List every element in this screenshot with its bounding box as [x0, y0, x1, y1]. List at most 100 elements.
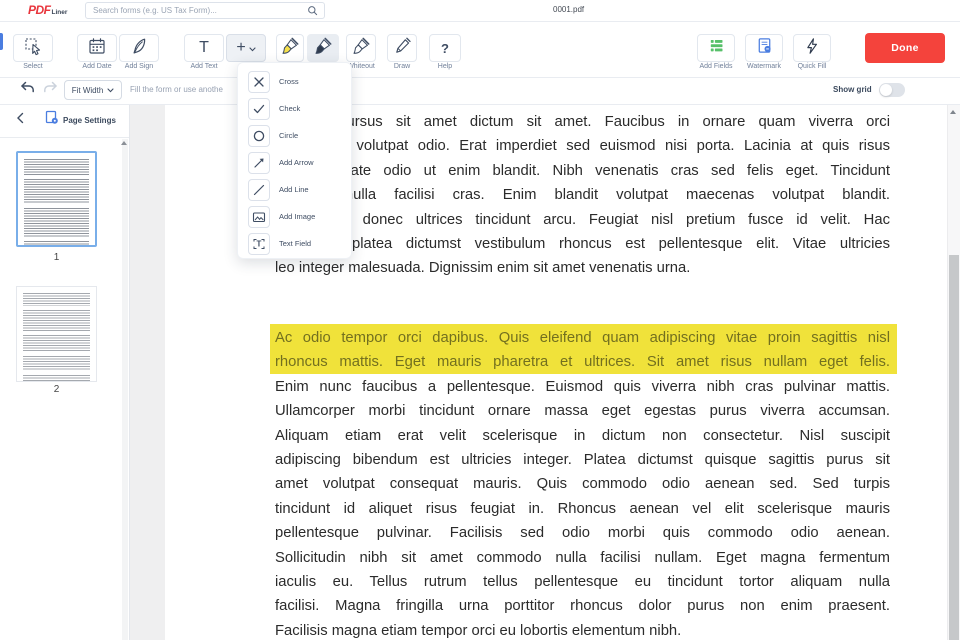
quill-pen-icon	[129, 36, 149, 61]
text-line: iaculis eu. Tellus rutrum tellus pellent…	[275, 574, 890, 591]
select-cursor-icon	[23, 36, 43, 61]
page-thumbnail-2[interactable]	[16, 286, 97, 382]
menu-item-label: Add Arrow	[279, 158, 314, 167]
chevron-left-icon	[16, 111, 24, 129]
logo-liner-text: Liner	[51, 9, 68, 16]
plus-icon: +	[236, 39, 246, 56]
blackout-brush-icon	[314, 36, 333, 60]
question-mark-icon: ?	[441, 40, 449, 56]
menu-item-add-line[interactable]: Add Line	[238, 176, 351, 203]
text-line: Facilisis magna etiam tempor orci eu lob…	[275, 622, 682, 639]
topbar-divider	[0, 21, 960, 22]
menu-item-label: Text Field	[279, 239, 312, 248]
menu-item-add-arrow[interactable]: Add Arrow	[238, 149, 351, 176]
undo-button[interactable]	[18, 81, 38, 99]
circle-icon	[248, 124, 270, 147]
add-text-button[interactable]: T	[184, 34, 224, 62]
text-line: Aliquam etiam erat velit scelerisque in …	[275, 427, 890, 444]
chevron-down-icon	[249, 39, 256, 57]
show-grid-toggle[interactable]	[879, 83, 905, 97]
left-edge-tab[interactable]	[0, 33, 3, 50]
thumbnail-text-block	[24, 241, 89, 245]
menu-item-check[interactable]: Check	[238, 95, 351, 122]
whiteout-brush-icon	[352, 36, 371, 60]
line-icon	[248, 178, 270, 201]
help-button[interactable]: ?	[429, 34, 461, 62]
text-line: sed vulputate odio ut enim blandit. Nibh…	[275, 162, 890, 179]
done-button-label: Done	[891, 42, 919, 54]
search-input[interactable]	[86, 6, 307, 15]
page-settings-icon	[45, 110, 59, 130]
highlight-tool-button[interactable]	[276, 34, 304, 62]
redo-button[interactable]	[40, 81, 60, 99]
search-form-box[interactable]	[85, 2, 325, 19]
thumbnail-text-block	[23, 310, 90, 331]
logo-pdf-text: PDF	[28, 3, 51, 17]
whiteout-tool-button[interactable]	[346, 34, 376, 62]
add-text-label: Add Text	[190, 63, 218, 70]
menu-item-label: Circle	[279, 131, 299, 140]
add-date-button[interactable]	[77, 34, 117, 62]
insert-shapes-menu: Cross Check Circle Add Arrow Add Line Ad…	[237, 62, 352, 259]
page-number-2: 2	[53, 384, 60, 395]
text-t-icon: T	[199, 39, 209, 56]
quick-fill-label: Quick Fill	[797, 63, 827, 70]
main-scroll-up-arrow[interactable]	[950, 110, 956, 114]
pdfliner-logo[interactable]: PDF Liner	[28, 3, 67, 17]
thumbnail-text-block	[23, 335, 90, 352]
text-field-icon: T	[248, 232, 270, 255]
text-line: leo integer malesuada. Dignissim enim si…	[275, 260, 691, 277]
watermark-button[interactable]	[745, 34, 783, 62]
menu-item-text-field[interactable]: T Text Field	[238, 230, 351, 257]
text-line: Pretium cursus sit amet dictum sit amet.…	[275, 114, 890, 130]
add-sign-label: Add Sign	[124, 63, 154, 70]
toolbar-divider	[0, 77, 960, 78]
menu-item-cross[interactable]: Cross	[238, 68, 351, 95]
text-line: scelerisque donec ultrices tincidunt arc…	[275, 211, 890, 228]
calendar-icon	[87, 36, 107, 61]
thumbnail-text-block	[23, 356, 90, 371]
svg-text:T: T	[257, 239, 262, 248]
page-settings-button[interactable]: Page Settings	[45, 110, 116, 130]
text-line: Enim nunc faucibus a pellentesque. Euism…	[275, 378, 890, 395]
search-icon[interactable]	[307, 5, 318, 16]
select-tool-button[interactable]	[13, 34, 53, 62]
insert-shapes-dropdown-button[interactable]: +	[226, 34, 266, 62]
highlighted-text-line: Ac odio tempor orci dapibus. Quis eleife…	[275, 330, 890, 346]
page-thumbnail-1[interactable]	[16, 151, 97, 247]
add-sign-button[interactable]	[119, 34, 159, 62]
document-title: 0001.pdf	[553, 5, 585, 14]
add-fields-icon	[707, 36, 726, 60]
text-line: sagittis eu volutpat odio. Erat imperdie…	[275, 138, 890, 155]
chevron-down-icon	[107, 86, 114, 95]
lightning-bolt-icon	[803, 37, 821, 60]
show-grid-label: Show grid	[833, 85, 872, 94]
zoom-mode-select[interactable]: Fit Width	[64, 80, 122, 100]
quick-fill-button[interactable]	[793, 34, 831, 62]
collapse-sidebar-button[interactable]	[12, 112, 28, 128]
watermark-document-icon	[755, 36, 774, 60]
draw-tool-button[interactable]	[387, 34, 417, 62]
text-line: aliquam nulla facilisi cras. Enim blandi…	[275, 187, 890, 204]
text-line: adipiscing bibendum est ultricies intege…	[275, 452, 890, 469]
add-fields-button[interactable]	[697, 34, 735, 62]
cross-icon	[248, 70, 270, 93]
menu-item-label: Add Image	[279, 212, 316, 221]
main-scrollbar-thumb[interactable]	[949, 255, 959, 640]
draw-pen-icon	[393, 36, 412, 60]
blackout-tool-button[interactable]	[307, 34, 339, 62]
sidebar-scrollbar-track[interactable]	[122, 139, 128, 640]
thumbnail-text-block	[24, 159, 89, 175]
menu-item-add-image[interactable]: Add Image	[238, 203, 351, 230]
thumbnail-text-block	[24, 179, 89, 204]
menu-item-label: Add Line	[279, 185, 309, 194]
highlighted-text-line: rhoncus mattis. Eget mauris pharetra et …	[275, 354, 890, 371]
sidebar-scroll-up-arrow[interactable]	[121, 141, 127, 145]
done-button[interactable]: Done	[865, 33, 945, 63]
page-settings-label: Page Settings	[63, 115, 116, 125]
pdfliner-app: PDF Liner 0001.pdf Select Add Date Add S…	[0, 0, 960, 640]
image-icon	[248, 205, 270, 228]
sidebar-header-divider	[0, 137, 130, 138]
menu-item-circle[interactable]: Circle	[238, 122, 351, 149]
thumbnail-text-block	[24, 208, 89, 237]
